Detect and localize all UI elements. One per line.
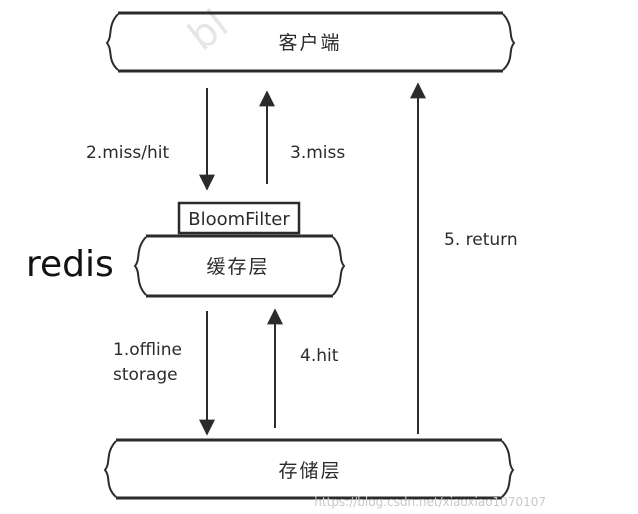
client-layer-right-brace (502, 13, 516, 71)
watermark-url: https://blog.csdn.net/xiaoxiao1070107 (314, 495, 546, 509)
client-layer-left-brace (105, 13, 119, 71)
storage-layer: 存储层 (103, 438, 515, 500)
storage-layer-left-brace (103, 440, 117, 498)
cache-layer: 缓存层 (133, 234, 346, 298)
edge-label-miss: 3.miss (290, 143, 345, 163)
edge-label-hit: 4.hit (300, 346, 339, 366)
cache-architecture-diagram: bl 客户端 缓存层 BloomFilter redis 存储层 2.miss/… (26, 1, 546, 509)
watermark-upper: bl (180, 1, 237, 60)
cache-layer-label: 缓存层 (206, 256, 269, 278)
cache-layer-left-brace (133, 236, 147, 296)
edge-label-offline-line1: 1.offline (113, 340, 182, 360)
edge-label-offline-line2: storage (113, 365, 178, 385)
cache-layer-right-brace (332, 236, 346, 296)
client-layer: 客户端 (105, 11, 516, 73)
bloomfilter-label: BloomFilter (188, 209, 290, 230)
client-layer-label: 客户端 (278, 32, 341, 54)
storage-layer-right-brace (501, 440, 515, 498)
edge-label-miss-hit: 2.miss/hit (86, 143, 169, 163)
storage-layer-label: 存储层 (278, 460, 341, 482)
redis-label: redis (26, 244, 114, 285)
edge-label-return: 5. return (444, 230, 518, 250)
bloomfilter-box: BloomFilter (177, 201, 301, 235)
